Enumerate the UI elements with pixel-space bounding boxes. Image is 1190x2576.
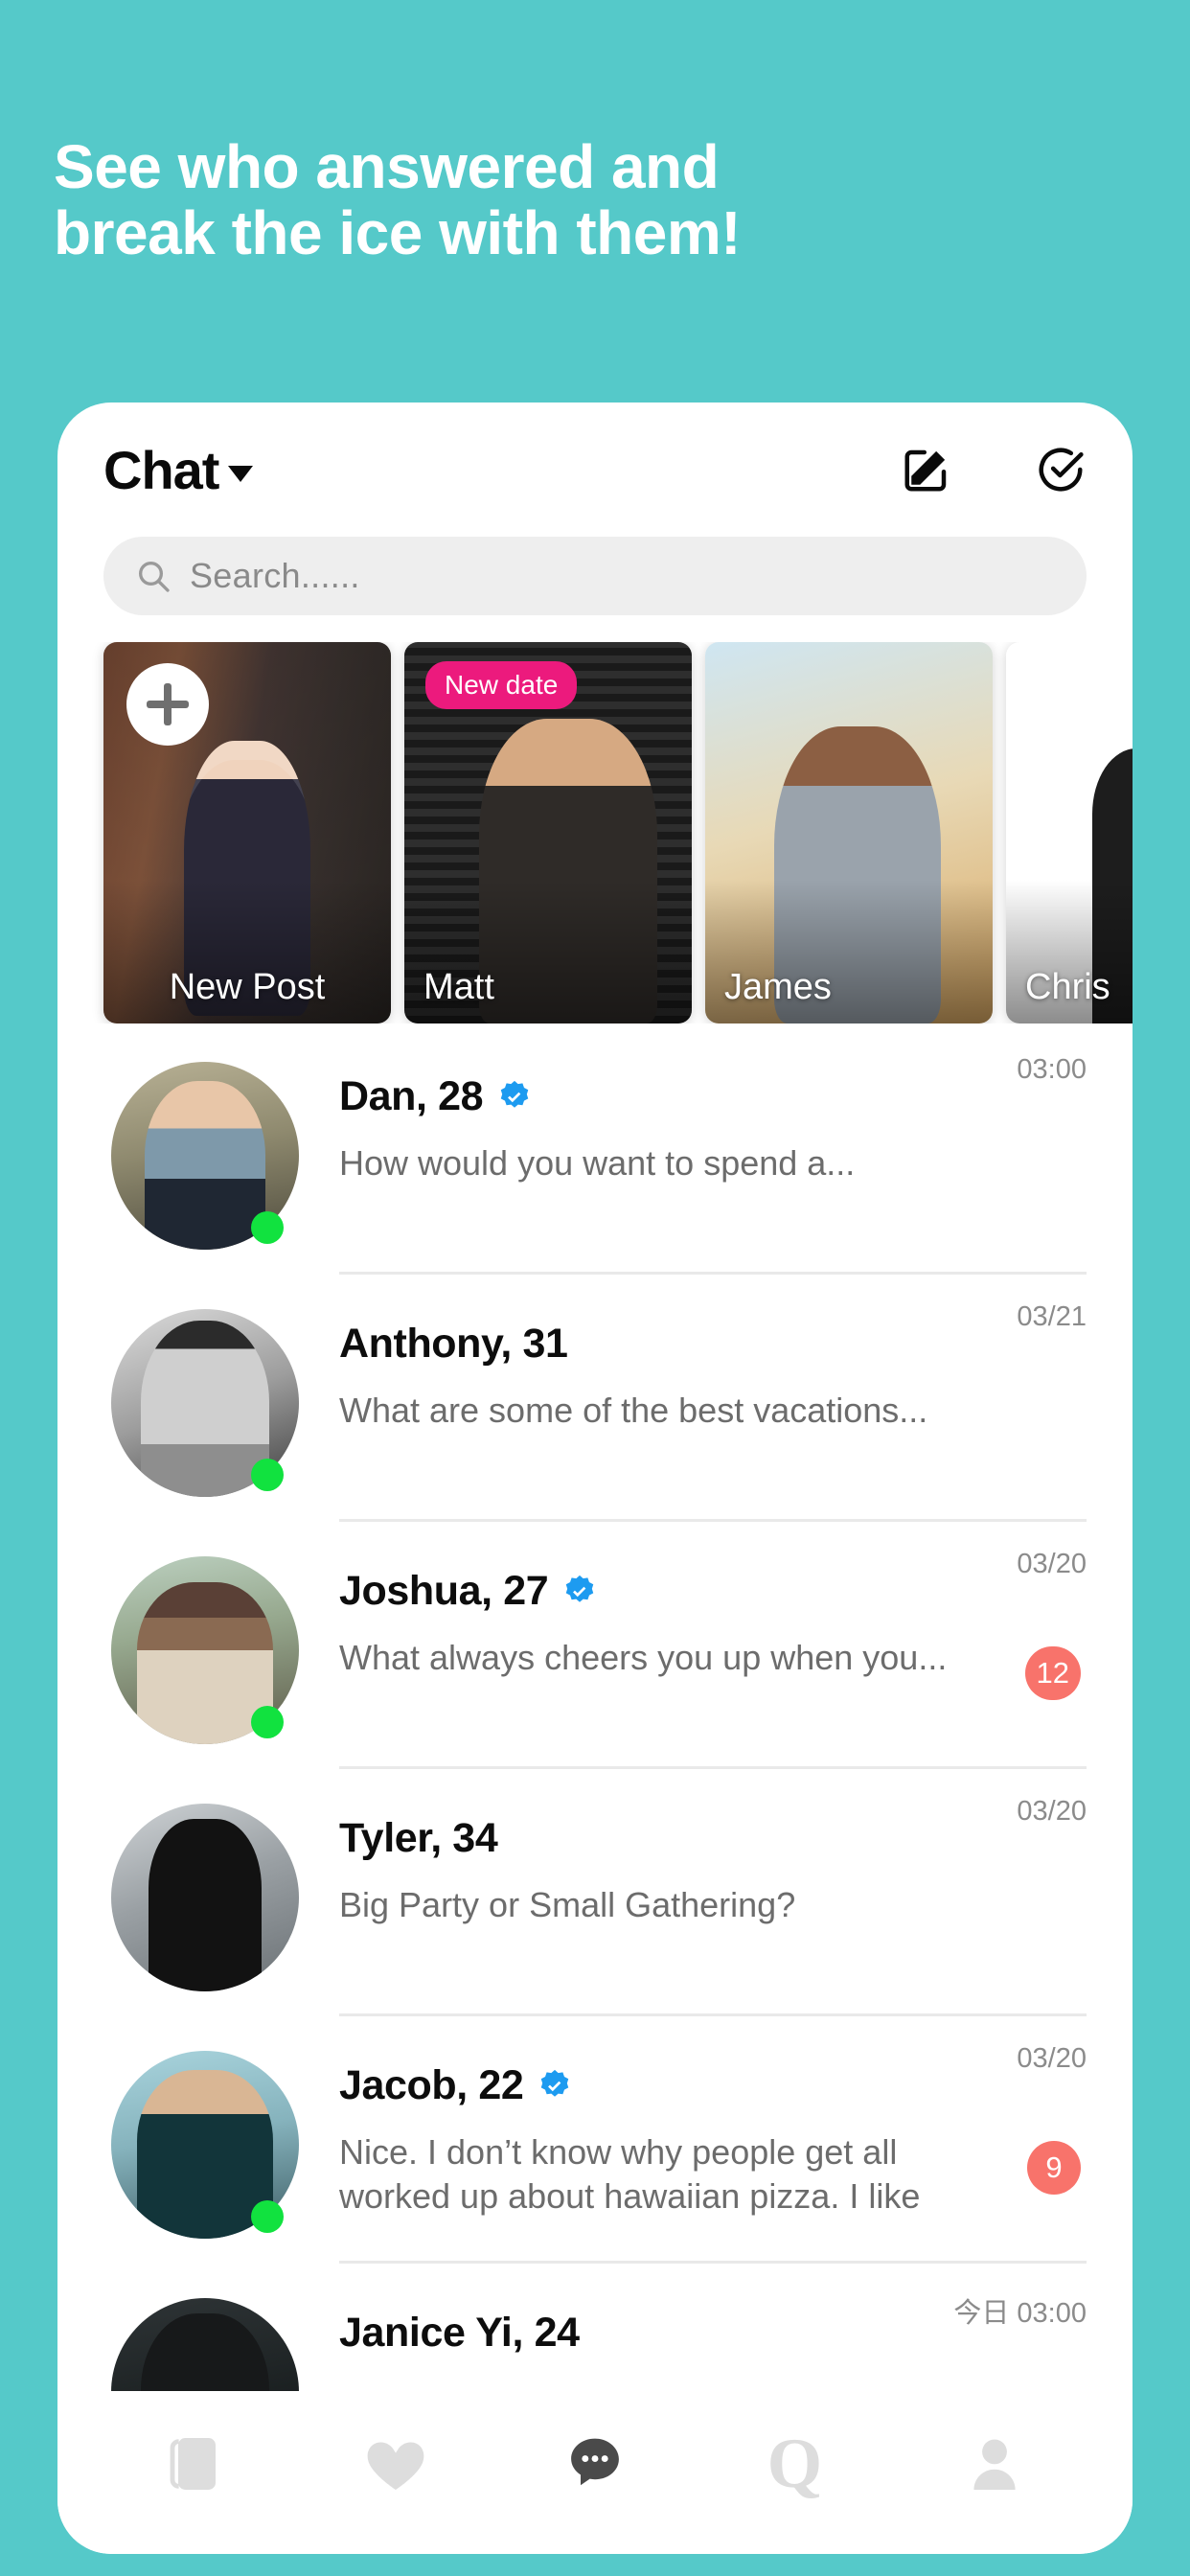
avatar-wrap: [111, 1062, 299, 1250]
chevron-down-icon: [228, 465, 254, 482]
person-icon: [973, 2439, 1016, 2490]
nav-item-chat[interactable]: [538, 2416, 652, 2512]
chat-name: Janice Yi, 24: [339, 2310, 580, 2356]
story-label: Chris: [1025, 967, 1110, 1007]
chat-preview: What always cheers you up when you...: [339, 1638, 948, 1677]
stories-carousel[interactable]: New Post New date Matt James Chris: [57, 642, 1133, 1024]
phone-screen-card: Chat Search...... New Post New date Matt…: [57, 402, 1133, 2554]
promo-heading: See who answered and break the ice with …: [54, 132, 1088, 268]
unread-count-badge: 9: [1027, 2141, 1081, 2195]
app-header: Chat: [57, 402, 1133, 537]
chat-name: Anthony, 31: [339, 1321, 568, 1367]
table-row[interactable]: Joshua, 27 What always cheers you up whe…: [57, 1543, 1133, 1790]
chat-row-body: Janice Yi, 24 今日 03:00: [339, 2285, 1087, 2357]
page-title: Chat: [103, 439, 219, 500]
search-section: Search......: [57, 537, 1133, 615]
avatar-wrap: [111, 2051, 299, 2239]
heart-icon: [367, 2442, 423, 2490]
table-row[interactable]: Anthony, 31 What are some of the best va…: [57, 1296, 1133, 1543]
table-row[interactable]: Jacob, 22 Nice. I don’t know why people …: [57, 2037, 1133, 2285]
chat-row-body: Anthony, 31 What are some of the best va…: [339, 1296, 1087, 1522]
chat-timestamp: 03/20: [1017, 1796, 1087, 1827]
promo-heading-line-2: break the ice with them!: [54, 198, 742, 268]
online-status-dot: [251, 2200, 284, 2233]
chat-name: Tyler, 34: [339, 1815, 498, 1861]
compose-button[interactable]: [901, 444, 952, 495]
chat-title-dropdown[interactable]: Chat: [103, 439, 254, 501]
chat-row-body: Jacob, 22 Nice. I don’t know why people …: [339, 2037, 1087, 2264]
chat-name: Dan, 28: [339, 1073, 484, 1119]
avatar-wrap: [111, 1804, 299, 1991]
search-placeholder: Search......: [190, 556, 360, 595]
chat-name: Jacob, 22: [339, 2062, 524, 2108]
promo-heading-line-1: See who answered and: [54, 132, 720, 201]
chat-timestamp: 03/21: [1017, 1301, 1087, 1332]
verified-badge-icon: [500, 1080, 529, 1108]
add-post-icon[interactable]: [126, 663, 209, 746]
chat-preview: What are some of the best vacations...: [339, 1391, 928, 1430]
chat-name-line: Joshua, 27: [339, 1568, 1087, 1615]
avatar: [111, 1804, 299, 1991]
chat-name: Joshua, 27: [339, 1568, 549, 1614]
story-label: James: [724, 967, 832, 1007]
verified-badge-icon: [541, 2069, 569, 2097]
chat-name-line: Dan, 28: [339, 1073, 1087, 1120]
online-status-dot: [251, 1211, 284, 1244]
q-letter-icon: Q: [767, 2424, 823, 2503]
chat-list: Dan, 28 How would you want to spend a...…: [57, 1048, 1133, 2486]
chat-name-line: Tyler, 34: [339, 1815, 1087, 1862]
compose-icon: [904, 449, 947, 492]
story-card-matt[interactable]: New date Matt: [404, 642, 692, 1024]
chat-timestamp: 今日 03:00: [953, 2298, 1087, 2329]
chat-name-line: Anthony, 31: [339, 1321, 1087, 1368]
chat-preview: Nice. I don’t know why people get all wo…: [339, 2132, 921, 2217]
verified-badge-icon: [566, 1575, 594, 1602]
search-icon: [139, 562, 170, 592]
story-label: New Post: [169, 967, 326, 1007]
nav-item-likes[interactable]: [338, 2416, 453, 2512]
story-card-new-post[interactable]: New Post: [103, 642, 391, 1024]
search-input[interactable]: Search......: [103, 537, 1087, 615]
cards-deck-icon: [170, 2438, 217, 2490]
table-row[interactable]: Dan, 28 How would you want to spend a...…: [57, 1048, 1133, 1296]
online-status-dot: [251, 1459, 284, 1491]
chat-name-line: Jacob, 22: [339, 2062, 1087, 2109]
chat-preview: Big Party or Small Gathering?: [339, 1885, 796, 1924]
bottom-navigation-bar: Q: [57, 2391, 1133, 2554]
online-status-dot: [251, 1706, 284, 1738]
story-card-chris[interactable]: Chris: [1006, 642, 1133, 1024]
new-date-badge: New date: [425, 661, 578, 709]
chat-row-body: Tyler, 34 Big Party or Small Gathering? …: [339, 1790, 1087, 2016]
avatar-wrap: [111, 1309, 299, 1497]
header-actions: [901, 444, 1087, 495]
avatar-wrap: [111, 1556, 299, 1744]
nav-item-cards[interactable]: [138, 2416, 253, 2512]
chat-timestamp: 03/20: [1017, 1549, 1087, 1579]
chat-row-body: Dan, 28 How would you want to spend a...…: [339, 1048, 1087, 1275]
story-label: Matt: [423, 967, 494, 1007]
table-row[interactable]: Tyler, 34 Big Party or Small Gathering? …: [57, 1790, 1133, 2037]
chat-timestamp: 03:00: [1017, 1054, 1087, 1085]
story-card-james[interactable]: James: [705, 642, 993, 1024]
nav-item-profile[interactable]: [937, 2416, 1052, 2512]
chat-timestamp: 03/20: [1017, 2043, 1087, 2074]
select-all-button[interactable]: [1035, 444, 1087, 495]
unread-count-badge: 12: [1024, 1646, 1081, 1700]
check-circle-icon: [1039, 448, 1084, 492]
chat-row-body: Joshua, 27 What always cheers you up whe…: [339, 1543, 1087, 1769]
chat-preview: How would you want to spend a...: [339, 1143, 856, 1183]
chat-bubble-icon: [571, 2438, 619, 2486]
nav-item-questions[interactable]: Q: [737, 2416, 852, 2512]
